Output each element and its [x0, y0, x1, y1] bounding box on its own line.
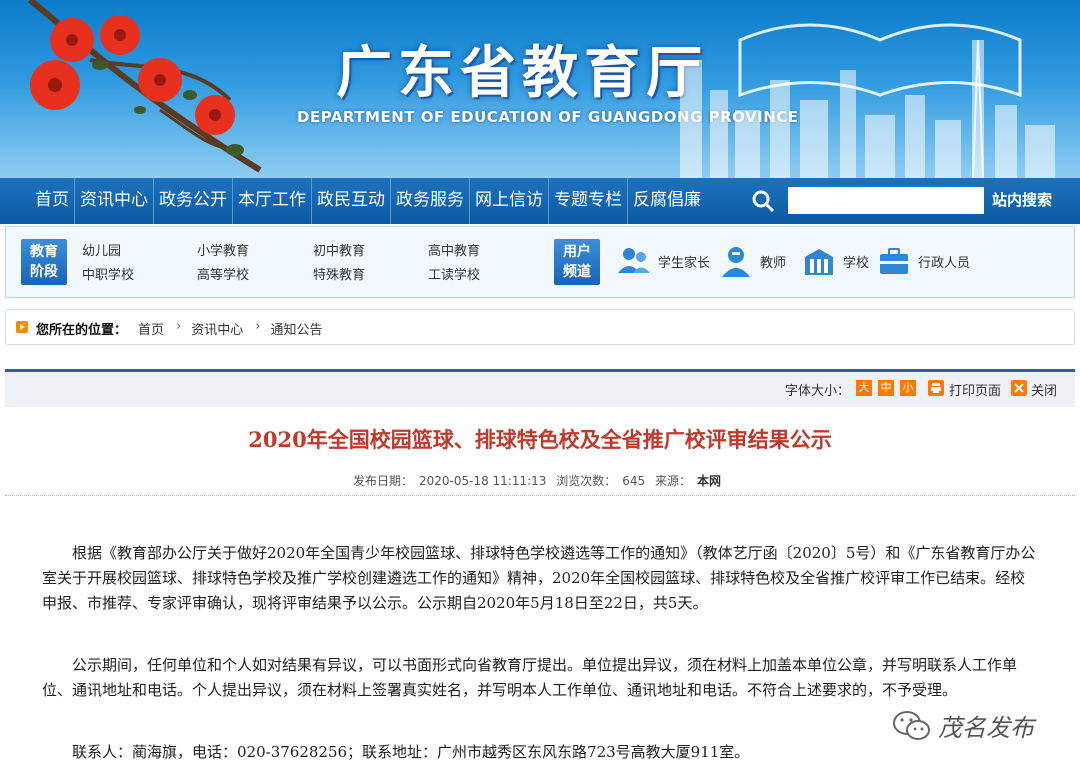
- role-label: 学校: [843, 255, 870, 271]
- breadcrumb-trail: 首页 › 资讯中心 › 通知公告: [138, 319, 322, 338]
- wechat-watermark: 茂名发布: [892, 708, 1034, 743]
- font-size-medium-button[interactable]: 中: [878, 380, 894, 396]
- badge-line: 教育: [30, 244, 58, 260]
- font-size-large-button[interactable]: 大: [856, 380, 872, 396]
- article-paragraph: 公示期间，任何单位和个人如对结果有异议，可以书面形式向省教育厅提出。单位提出异议…: [42, 656, 1018, 699]
- breadcrumb-label: 您所在的位置：: [36, 323, 128, 338]
- meta-divider: [5, 495, 1075, 496]
- nav-government-affairs[interactable]: 政务公开: [154, 178, 233, 224]
- role-administrators[interactable]: 行政人员: [876, 241, 970, 281]
- nav-home[interactable]: 首页: [30, 178, 75, 224]
- link-junior-high-education[interactable]: 初中教育: [313, 240, 365, 259]
- link-senior-high-education[interactable]: 高中教育: [428, 240, 480, 259]
- nav-public-interaction[interactable]: 政民互动: [312, 178, 391, 224]
- nav-online-petition[interactable]: 网上信访: [470, 178, 549, 224]
- link-higher-education[interactable]: 高等学校: [197, 264, 249, 283]
- main-navigation: 首页 资讯中心 政务公开 本厅工作 政民互动 政务服务 网上信访 专题专栏 反腐…: [0, 178, 1080, 224]
- breadcrumb: 您所在的位置： 首页 › 资讯中心 › 通知公告: [5, 309, 1075, 345]
- source-value: 本网: [697, 474, 722, 488]
- font-size-label: 字体大小：: [785, 384, 851, 399]
- role-schools[interactable]: 学校: [801, 241, 869, 281]
- role-label: 行政人员: [918, 255, 971, 271]
- breadcrumb-notices[interactable]: 通知公告: [270, 319, 322, 338]
- city-skyline-illustration: [680, 23, 1055, 178]
- site-search-input[interactable]: [788, 187, 984, 214]
- close-icon[interactable]: [1011, 380, 1027, 396]
- wechat-icon: [893, 710, 930, 740]
- article-paragraph: 根据《教育部办公厅关于做好2020年全国青少年校园篮球、排球特色学校遴选等工作的…: [42, 544, 1036, 612]
- site-banner: 广东省教育厅 DEPARTMENT OF EDUCATION OF GUANGD…: [0, 0, 1080, 178]
- article-toolbar: 字体大小： 大 中 小 打印页面 关闭: [5, 369, 1075, 407]
- link-special-education[interactable]: 特殊教育: [313, 264, 365, 283]
- channel-panel: 教育 阶段 幼儿园 小学教育 初中教育 高中教育 中职学校 高等学校 特殊教育 …: [5, 226, 1075, 298]
- font-size-small-button[interactable]: 小: [900, 380, 916, 396]
- nav-department-work[interactable]: 本厅工作: [233, 178, 312, 224]
- parents-icon: [618, 248, 650, 273]
- role-parents[interactable]: 学生家长: [616, 241, 710, 281]
- print-icon[interactable]: [928, 380, 944, 396]
- site-search-button[interactable]: 站内搜索: [992, 188, 1052, 212]
- kapok-flowers-illustration: [28, 0, 262, 173]
- print-page-button[interactable]: 打印页面: [949, 380, 1001, 399]
- chevron-right-icon: ›: [176, 319, 182, 334]
- view-count: 645: [622, 474, 646, 488]
- link-kindergarten[interactable]: 幼儿园: [82, 240, 121, 259]
- publish-date-label: 发布日期：: [352, 474, 413, 488]
- site-title: 广东省教育厅: [336, 41, 708, 106]
- badge-line: 用户: [563, 244, 591, 260]
- breadcrumb-news-center[interactable]: 资讯中心: [191, 319, 243, 338]
- link-vocational-school[interactable]: 中职学校: [82, 264, 134, 283]
- article-meta: 发布日期： 2020-05-18 11:11:13 浏览次数： 645 来源： 本网: [0, 472, 1080, 489]
- nav-government-services[interactable]: 政务服务: [391, 178, 470, 224]
- publish-date: 2020-05-18 11:11:13: [418, 474, 547, 488]
- breadcrumb-home[interactable]: 首页: [138, 319, 164, 338]
- chevron-right-icon: ›: [255, 319, 261, 334]
- nav-special-topics[interactable]: 专题专栏: [549, 178, 628, 224]
- badge-line: 阶段: [30, 264, 58, 280]
- user-channel-badge: 用户 频道: [554, 239, 600, 285]
- teacher-icon: [722, 247, 750, 277]
- school-building-icon: [805, 249, 833, 275]
- close-page-button[interactable]: 关闭: [1031, 380, 1057, 399]
- view-count-label: 浏览次数：: [556, 474, 617, 488]
- article-title: 2020年全国校园篮球、排球特色校及全省推广校评审结果公示: [248, 427, 832, 452]
- location-arrow-icon: [16, 321, 28, 333]
- search-icon[interactable]: [750, 188, 776, 214]
- source-label: 来源：: [655, 474, 692, 488]
- link-reform-school[interactable]: 工读学校: [428, 264, 480, 283]
- role-label: 学生家长: [658, 255, 711, 271]
- nav-anti-corruption[interactable]: 反腐倡廉: [628, 178, 706, 224]
- briefcase-icon: [880, 248, 908, 274]
- watermark-text: 茂名发布: [938, 714, 1034, 742]
- badge-line: 频道: [563, 264, 591, 280]
- role-label: 教师: [760, 255, 787, 271]
- role-teachers[interactable]: 教师: [718, 241, 786, 281]
- link-primary-education[interactable]: 小学教育: [197, 240, 249, 259]
- nav-news-center[interactable]: 资讯中心: [75, 178, 154, 224]
- article-paragraph: 联系人：蔺海旗，电话：020-37628256；联系地址：广州市越秀区东风东路7…: [72, 743, 750, 761]
- education-stage-badge: 教育 阶段: [21, 239, 67, 285]
